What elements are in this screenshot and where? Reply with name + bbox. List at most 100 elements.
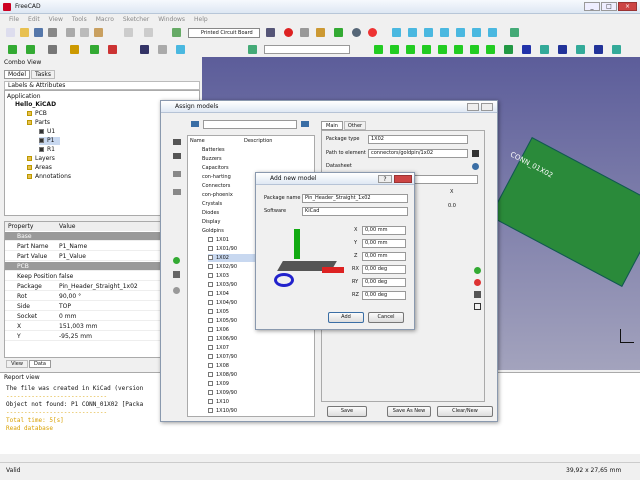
table-icon[interactable] <box>26 45 35 54</box>
model-checkbox[interactable] <box>208 246 213 251</box>
cancel-button[interactable]: Cancel <box>368 312 404 323</box>
tab-main[interactable]: Main <box>321 121 343 130</box>
edit-path-icon[interactable] <box>472 150 479 157</box>
tree-item-hello-kicad[interactable]: Hello_KiCAD <box>15 101 56 109</box>
back-arrow-icon[interactable] <box>191 121 199 127</box>
pcb-part-icon[interactable] <box>8 45 17 54</box>
model-checkbox[interactable] <box>208 354 213 359</box>
pads-icon[interactable] <box>90 45 99 54</box>
tab-other[interactable]: Other <box>344 121 366 130</box>
model-item[interactable]: 1X04/90 <box>208 299 237 307</box>
model-checkbox[interactable] <box>208 327 213 332</box>
package-name-input[interactable]: Pin_Header_Straight_1x02 <box>302 194 408 203</box>
add-button[interactable]: Add <box>328 312 364 323</box>
blue-board-5-icon[interactable] <box>594 45 603 54</box>
stop-macro-icon[interactable] <box>300 28 309 37</box>
cube-green-4-icon[interactable] <box>422 45 431 54</box>
run-macro-icon[interactable] <box>334 28 343 37</box>
model-item[interactable]: 1X01 <box>208 236 229 244</box>
model-item[interactable]: 1X05 <box>208 308 229 316</box>
view-rear-icon[interactable] <box>472 28 481 37</box>
arrow-icon[interactable] <box>248 45 257 54</box>
edit-pen-icon[interactable] <box>173 271 180 278</box>
model-checkbox[interactable] <box>208 255 213 260</box>
side-tool-2-icon[interactable] <box>173 153 181 159</box>
new-icon[interactable] <box>6 28 15 37</box>
library-item[interactable]: Diodes <box>202 209 219 217</box>
model-item[interactable]: 1X10 <box>208 398 229 406</box>
z-offset-input[interactable]: 0,00 mm <box>362 252 406 261</box>
filter-input[interactable] <box>264 45 350 54</box>
x-offset-input[interactable]: 0,00 mm <box>362 226 406 235</box>
model-checkbox[interactable] <box>208 300 213 305</box>
blue-board-2-icon[interactable] <box>540 45 549 54</box>
tab-model[interactable]: Model <box>4 70 30 79</box>
search-model-input[interactable] <box>203 120 297 129</box>
cube-green-1-icon[interactable] <box>374 45 383 54</box>
view-front-icon[interactable] <box>424 28 433 37</box>
model-checkbox[interactable] <box>208 336 213 341</box>
view-iso-icon[interactable] <box>408 28 417 37</box>
view-fit-icon[interactable] <box>392 28 401 37</box>
model-item[interactable]: 1X03/90 <box>208 281 237 289</box>
library-item[interactable]: Crystals <box>202 200 222 208</box>
menu-windows[interactable]: Windows <box>158 14 185 25</box>
model-item[interactable]: 1X01/90 <box>208 245 237 253</box>
tab-tasks[interactable]: Tasks <box>31 70 55 79</box>
model-checkbox[interactable] <box>208 381 213 386</box>
layer-icon[interactable] <box>70 45 79 54</box>
blue-board-1-icon[interactable] <box>522 45 531 54</box>
menu-view[interactable]: View <box>49 14 63 25</box>
y-offset-input[interactable]: 0,00 mm <box>362 239 406 248</box>
remove-grey-icon[interactable] <box>173 287 180 294</box>
paste-icon[interactable] <box>94 28 103 37</box>
side-tool-4-icon[interactable] <box>173 189 181 195</box>
close-button[interactable]: × <box>618 2 637 11</box>
info-icon[interactable] <box>472 163 479 170</box>
zoom-icon[interactable] <box>352 28 361 37</box>
save-as-new-button[interactable]: Save As New <box>387 406 431 417</box>
library-item[interactable]: Connectors <box>202 182 230 190</box>
model-checkbox[interactable] <box>208 345 213 350</box>
model-checkbox[interactable] <box>208 318 213 323</box>
model-checkbox[interactable] <box>208 363 213 368</box>
model-checkbox[interactable] <box>208 291 213 296</box>
pin-icon[interactable] <box>48 45 57 54</box>
add-green-icon[interactable] <box>173 257 180 264</box>
menu-file[interactable]: File <box>9 14 19 25</box>
model-checkbox[interactable] <box>208 399 213 404</box>
lines-icon[interactable] <box>158 45 167 54</box>
remove-red-icon[interactable] <box>474 279 481 286</box>
model-item[interactable]: 1X08 <box>208 362 229 370</box>
cube-green-5-icon[interactable] <box>438 45 447 54</box>
menu-macro[interactable]: Macro <box>96 14 114 25</box>
edit-right-icon[interactable] <box>474 291 481 298</box>
model-checkbox[interactable] <box>208 372 213 377</box>
cube-green-6-icon[interactable] <box>454 45 463 54</box>
workbench-select[interactable]: Printed Circuit Board <box>188 28 260 38</box>
menu-sketcher[interactable]: Sketcher <box>123 14 149 25</box>
model-item[interactable]: 1X06 <box>208 326 229 334</box>
menu-edit[interactable]: Edit <box>28 14 40 25</box>
copy-icon[interactable] <box>80 28 89 37</box>
model-checkbox[interactable] <box>208 264 213 269</box>
library-item[interactable]: Capacitors <box>202 164 229 172</box>
model-item[interactable]: 1X09 <box>208 380 229 388</box>
view-top-icon[interactable] <box>440 28 449 37</box>
tree-item-p1[interactable]: P1 <box>39 137 61 145</box>
model-checkbox[interactable] <box>208 273 213 278</box>
model-checkbox[interactable] <box>208 237 213 242</box>
ry-input[interactable]: 0,00 deg <box>362 278 406 287</box>
pcb-board-icon[interactable] <box>504 45 513 54</box>
measure-icon[interactable] <box>510 28 519 37</box>
view-right-icon[interactable] <box>456 28 465 37</box>
close-dialog-button[interactable] <box>481 103 493 111</box>
library-item[interactable]: con-harting <box>202 173 231 181</box>
model-item[interactable]: 1X05/90 <box>208 317 237 325</box>
route-icon[interactable] <box>108 45 117 54</box>
macro-editor-icon[interactable] <box>316 28 325 37</box>
minimize-button[interactable]: _ <box>584 2 600 11</box>
redo-icon[interactable] <box>144 28 153 37</box>
blue-board-4-icon[interactable] <box>576 45 585 54</box>
cube-green-8-icon[interactable] <box>486 45 495 54</box>
